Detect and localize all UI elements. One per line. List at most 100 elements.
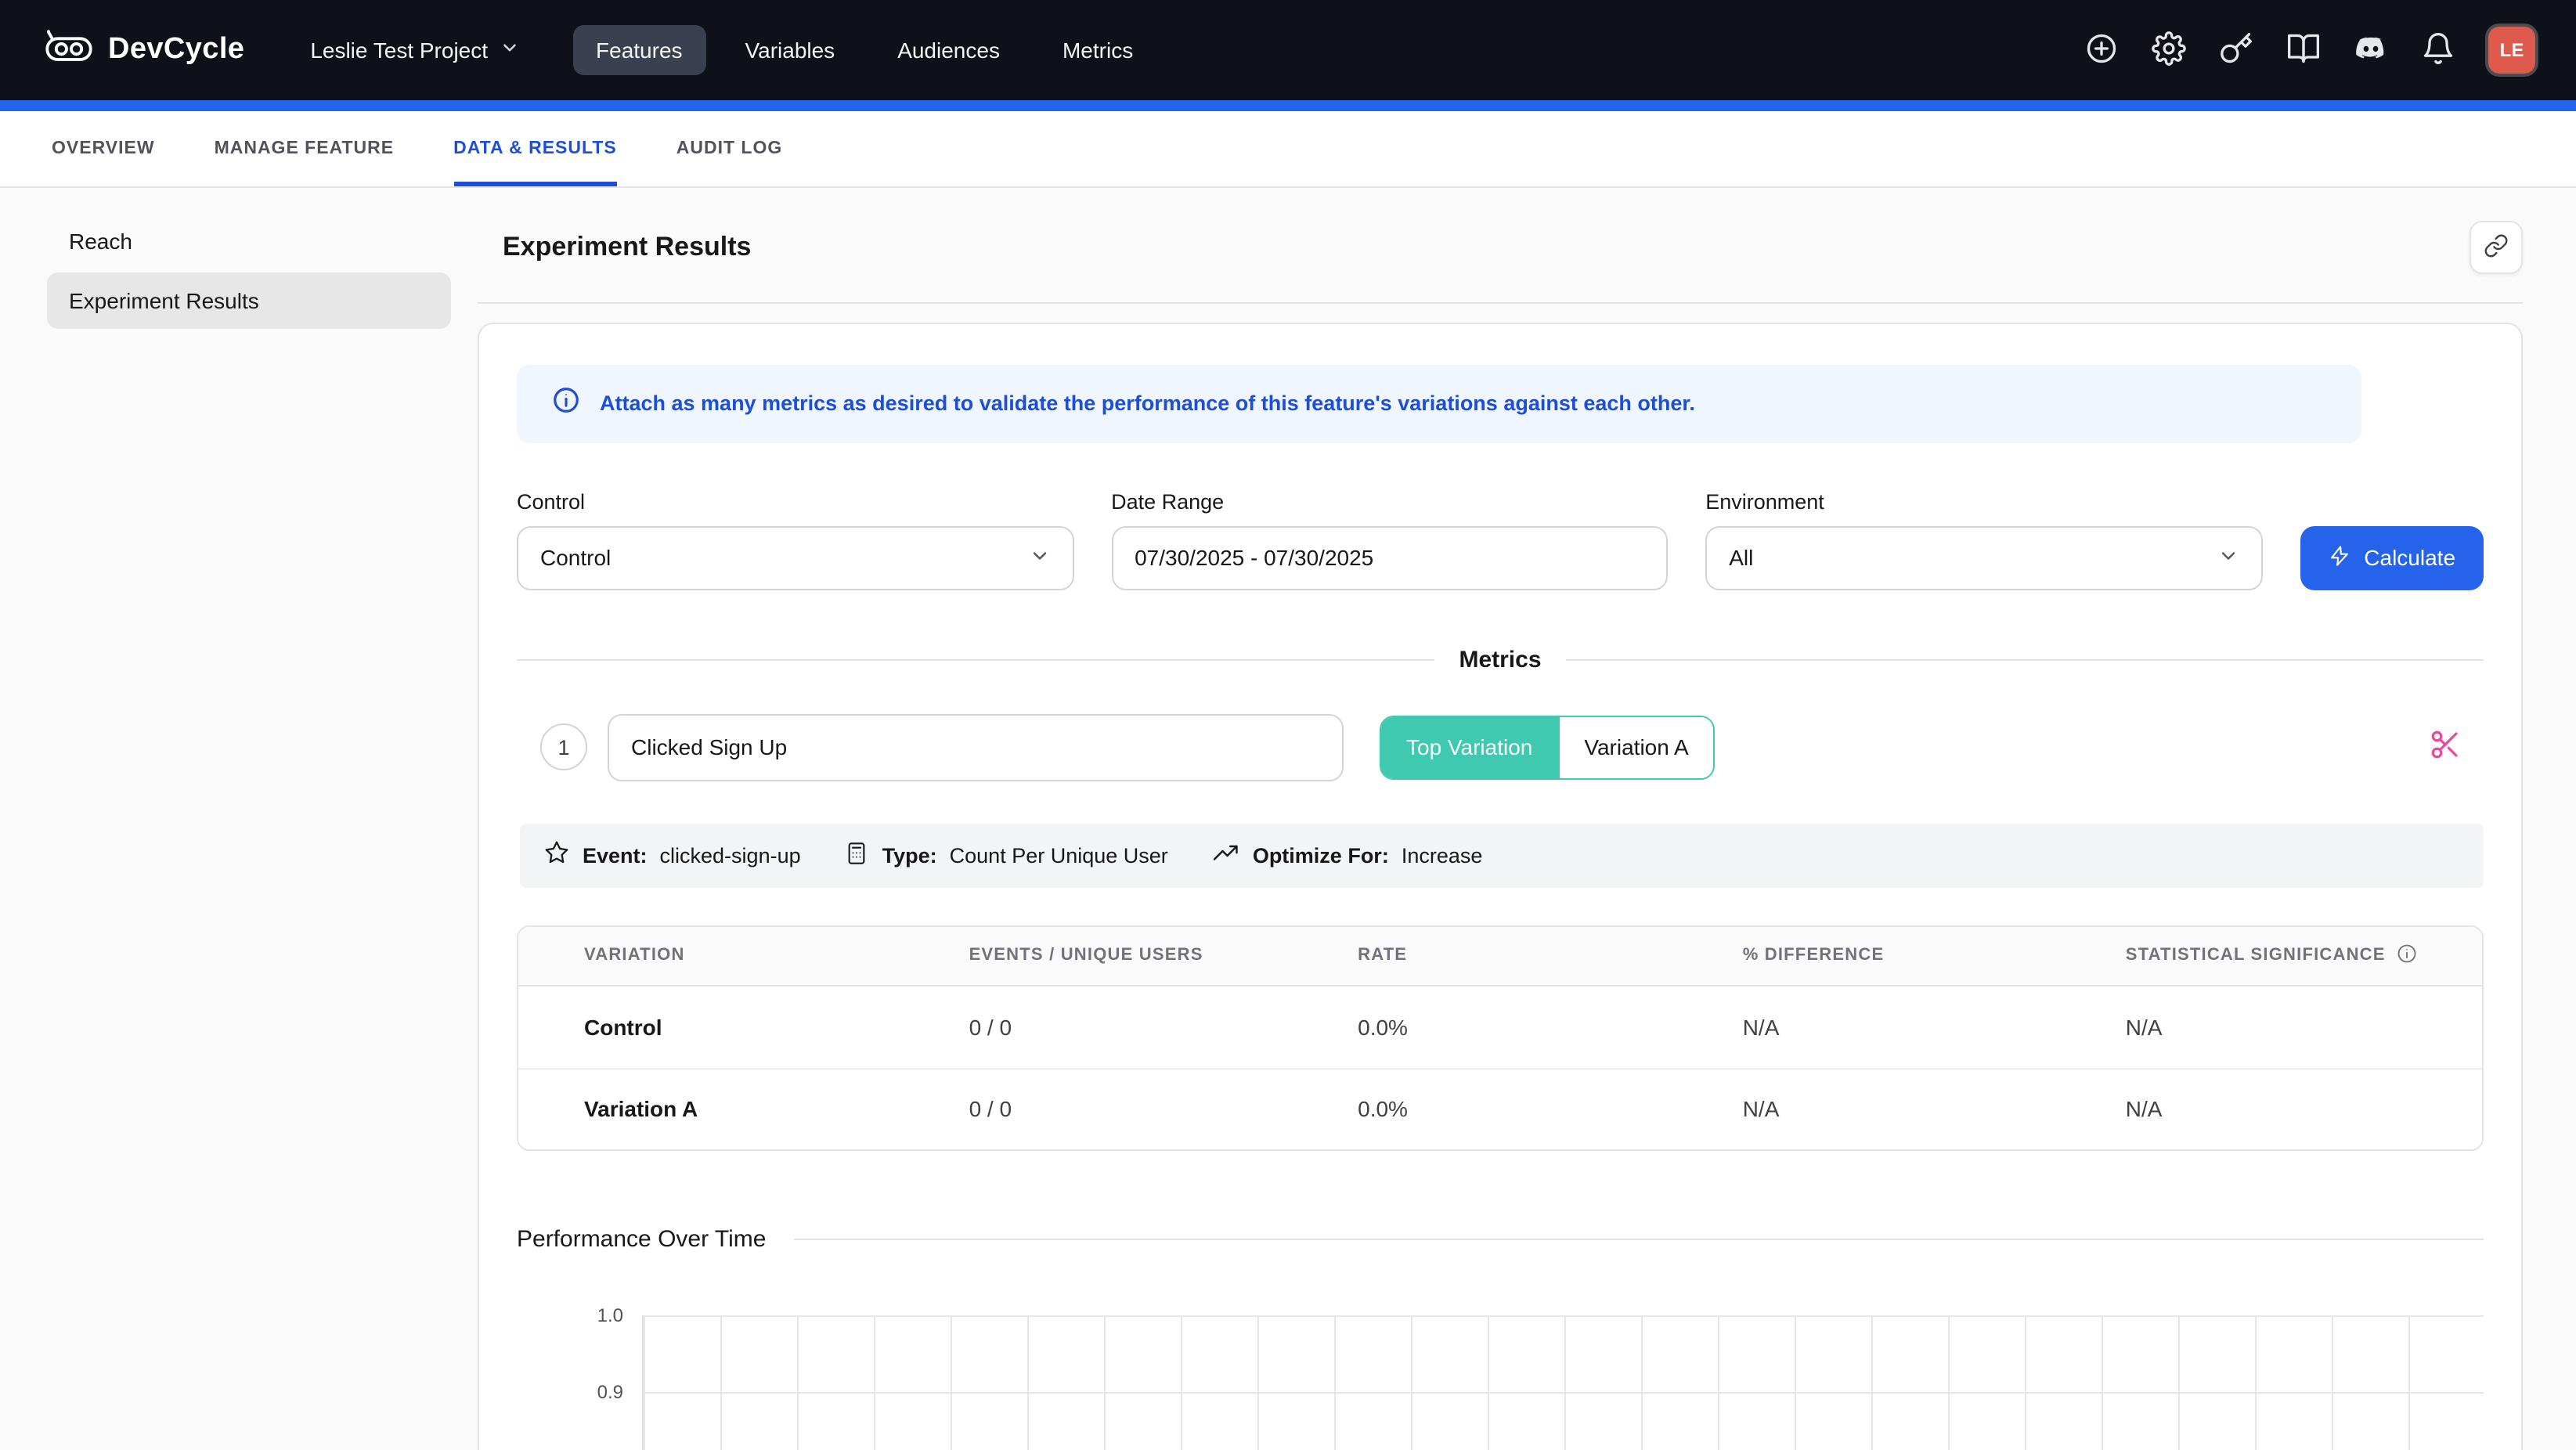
control-label: Control bbox=[517, 490, 1073, 514]
control-select-value: Control bbox=[540, 546, 611, 571]
metrics-heading: Metrics bbox=[1459, 647, 1541, 673]
sidebar-item-reach[interactable]: Reach bbox=[47, 213, 451, 269]
api-keys-button[interactable] bbox=[2210, 23, 2263, 77]
cell-difference: N/A bbox=[1677, 1015, 2060, 1040]
main-panel: Experiment Results Attach as many metric… bbox=[470, 188, 2576, 1450]
tab-manage-feature[interactable]: MANAGE FEATURE bbox=[215, 111, 395, 186]
metric-index-badge: 1 bbox=[540, 724, 587, 771]
remove-metric-button[interactable] bbox=[2419, 727, 2471, 768]
environment-select-value: All bbox=[1729, 546, 1753, 571]
scissors-icon bbox=[2429, 729, 2462, 766]
project-name: Leslie Test Project bbox=[310, 38, 488, 63]
optimize-value: Increase bbox=[1402, 844, 1483, 867]
nav-item-metrics[interactable]: Metrics bbox=[1039, 25, 1156, 75]
col-header-significance-label: STATISTICAL SIGNIFICANCE bbox=[2126, 947, 2386, 965]
metric-meta-bar: Event: clicked-sign-up Type: Count Per U… bbox=[520, 824, 2484, 888]
tab-data-results[interactable]: DATA & RESULTS bbox=[453, 111, 617, 186]
app-root: DevCycle Leslie Test Project Features Va… bbox=[0, 0, 2576, 1450]
optimize-label: Optimize For: bbox=[1253, 844, 1389, 867]
settings-button[interactable] bbox=[2142, 23, 2195, 77]
date-range-input[interactable]: 07/30/2025 - 07/30/2025 bbox=[1111, 526, 1668, 590]
cell-significance: N/A bbox=[2060, 1097, 2482, 1122]
copy-link-button[interactable] bbox=[2470, 222, 2523, 275]
feature-tabbar: OVERVIEW MANAGE FEATURE DATA & RESULTS A… bbox=[0, 111, 2576, 188]
brand[interactable]: DevCycle bbox=[44, 26, 244, 74]
info-banner: Attach as many metrics as desired to val… bbox=[517, 365, 2361, 443]
tab-overview[interactable]: OVERVIEW bbox=[52, 111, 155, 186]
divider-line bbox=[1567, 659, 2484, 661]
info-icon[interactable] bbox=[2397, 943, 2419, 969]
lightning-icon bbox=[2328, 545, 2350, 572]
project-selector[interactable]: Leslie Test Project bbox=[301, 36, 529, 64]
optimize-meta: Optimize For: Increase bbox=[1212, 839, 1483, 872]
chevron-down-icon bbox=[1028, 545, 1050, 572]
chevron-down-icon bbox=[499, 38, 519, 63]
col-header-difference: % DIFFERENCE bbox=[1677, 947, 2060, 965]
nav-item-features[interactable]: Features bbox=[572, 25, 706, 75]
divider-line bbox=[517, 659, 1434, 661]
chevron-down-icon bbox=[2217, 545, 2239, 572]
type-label: Type: bbox=[882, 844, 937, 867]
calculator-icon bbox=[845, 841, 870, 871]
environment-select[interactable]: All bbox=[1705, 526, 2262, 590]
title-row: Experiment Results bbox=[478, 188, 2523, 302]
environment-field: Environment All bbox=[1705, 490, 2262, 590]
book-icon bbox=[2286, 31, 2321, 70]
add-button[interactable] bbox=[2075, 23, 2128, 77]
cell-difference: N/A bbox=[1677, 1097, 2060, 1122]
page-title: Experiment Results bbox=[503, 233, 751, 264]
performance-chart: 1.0 0.9 bbox=[517, 1315, 2484, 1450]
controls-row: Control Control Date Range 07/30/2025 - … bbox=[517, 490, 2484, 590]
toggle-variation-a[interactable]: Variation A bbox=[1557, 717, 1713, 778]
title-divider bbox=[478, 302, 2523, 304]
metric-row: 1 Top Variation Variation A bbox=[517, 714, 2484, 781]
cell-events: 0 / 0 bbox=[904, 1097, 1293, 1122]
discord-button[interactable] bbox=[2344, 23, 2397, 77]
sidebar-item-experiment-results[interactable]: Experiment Results bbox=[47, 272, 451, 329]
col-header-variation: VARIATION bbox=[518, 947, 904, 965]
banner-text: Attach as many metrics as desired to val… bbox=[600, 392, 1695, 416]
tab-audit-log[interactable]: AUDIT LOG bbox=[676, 111, 783, 186]
date-range-field: Date Range 07/30/2025 - 07/30/2025 bbox=[1111, 490, 1668, 590]
accent-strip bbox=[0, 100, 2576, 111]
bell-icon bbox=[2421, 31, 2455, 70]
date-range-value: 07/30/2025 - 07/30/2025 bbox=[1135, 546, 1373, 571]
control-select[interactable]: Control bbox=[517, 526, 1073, 590]
nav-item-variables[interactable]: Variables bbox=[722, 25, 859, 75]
event-label: Event: bbox=[583, 844, 648, 867]
key-icon bbox=[2219, 31, 2253, 70]
date-range-label: Date Range bbox=[1111, 490, 1668, 514]
col-header-rate: RATE bbox=[1292, 947, 1677, 965]
sidebar: Reach Experiment Results bbox=[0, 188, 470, 1450]
table-row: Variation A 0 / 0 0.0% N/A N/A bbox=[518, 1068, 2482, 1149]
cell-rate: 0.0% bbox=[1292, 1097, 1677, 1122]
event-value: clicked-sign-up bbox=[660, 844, 801, 867]
metric-name-input[interactable] bbox=[608, 714, 1344, 781]
y-axis-tick: 1.0 bbox=[517, 1304, 623, 1326]
y-axis-tick: 0.9 bbox=[517, 1381, 623, 1403]
event-meta: Event: clicked-sign-up bbox=[543, 840, 801, 871]
type-value: Count Per Unique User bbox=[950, 844, 1168, 867]
discord-icon bbox=[2354, 31, 2388, 70]
plus-circle-icon bbox=[2084, 31, 2119, 70]
calculate-button[interactable]: Calculate bbox=[2300, 526, 2484, 590]
info-icon bbox=[551, 385, 581, 423]
docs-button[interactable] bbox=[2277, 23, 2330, 77]
cell-significance: N/A bbox=[2060, 1015, 2482, 1040]
brand-name: DevCycle bbox=[108, 33, 244, 67]
user-avatar[interactable]: LE bbox=[2488, 27, 2535, 74]
trending-up-icon bbox=[1212, 839, 1240, 872]
environment-label: Environment bbox=[1705, 490, 2262, 514]
type-meta: Type: Count Per Unique User bbox=[845, 841, 1168, 871]
metrics-divider: Metrics bbox=[517, 647, 2484, 673]
devcycle-logo-icon bbox=[44, 26, 94, 74]
cell-variation: Control bbox=[518, 1015, 904, 1040]
notifications-button[interactable] bbox=[2412, 23, 2465, 77]
col-header-events: EVENTS / UNIQUE USERS bbox=[904, 947, 1293, 965]
results-table: VARIATION EVENTS / UNIQUE USERS RATE % D… bbox=[517, 925, 2484, 1151]
col-header-significance: STATISTICAL SIGNIFICANCE bbox=[2060, 943, 2482, 969]
calculate-label: Calculate bbox=[2364, 546, 2455, 571]
toggle-top-variation[interactable]: Top Variation bbox=[1381, 717, 1557, 778]
nav-item-audiences[interactable]: Audiences bbox=[874, 25, 1023, 75]
main-nav: Features Variables Audiences Metrics bbox=[572, 25, 1156, 75]
